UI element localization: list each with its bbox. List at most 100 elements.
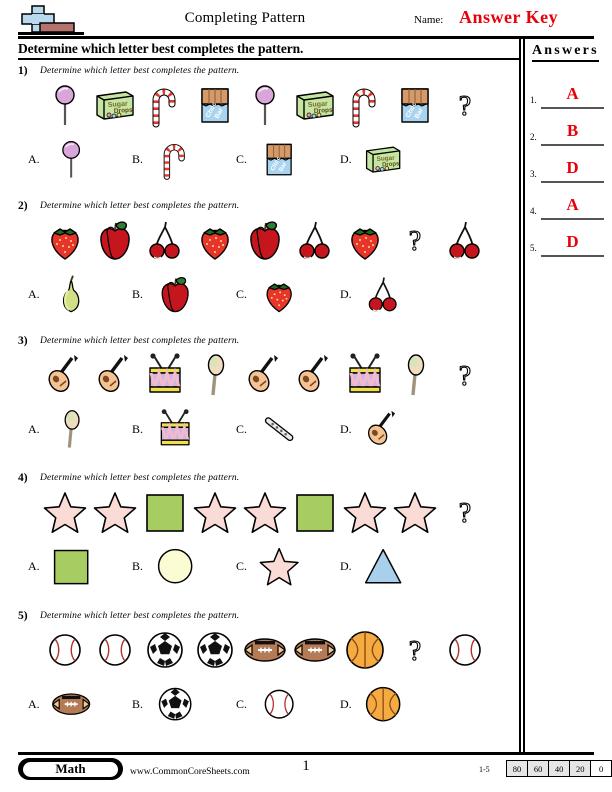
choice-letter: A. (28, 286, 40, 301)
football-icon (50, 682, 124, 726)
answer-value-1: A (566, 84, 579, 103)
footer-divider (18, 752, 594, 755)
question-text-3: Determine which letter best completes th… (40, 336, 240, 346)
choice-letter: C. (236, 696, 248, 711)
choice-a[interactable]: A. (28, 272, 132, 316)
question-text-2: Determine which letter best completes th… (40, 201, 240, 211)
drum-icon (154, 407, 228, 451)
choice-c[interactable]: C. Choc Bar (236, 137, 340, 181)
football-icon (240, 624, 290, 676)
choice-letter: A. (28, 558, 40, 573)
svg-text:?: ? (459, 498, 471, 529)
star-icon (258, 544, 332, 588)
answer-value-2: B (566, 121, 579, 140)
question-number-4: 4) (18, 472, 28, 484)
answer-row-1: 1. A (530, 84, 604, 110)
name-label: Name: (414, 14, 444, 26)
choice-b[interactable]: B. (132, 137, 236, 181)
cherries-icon (362, 272, 436, 316)
answer-line-2 (541, 144, 604, 146)
guitar-icon (90, 349, 140, 401)
answers-panel-divider-inner (523, 38, 525, 753)
choice-c[interactable]: C. (236, 682, 340, 726)
answer-line-4 (541, 218, 604, 220)
sugar-drops-box-icon: Sugar Drops (290, 79, 340, 131)
choice-a[interactable]: A. (28, 682, 132, 726)
choice-c[interactable]: C. (236, 544, 340, 588)
question-number-5: 5) (18, 610, 28, 622)
choice-c[interactable]: C. (236, 272, 340, 316)
sugar-drops-box-icon: Sugar Drops (362, 137, 436, 181)
directions-text: Determine which letter best completes th… (18, 41, 304, 56)
triangle-icon (362, 544, 436, 588)
maraca-icon (50, 407, 124, 451)
flute-icon (258, 407, 332, 451)
question-mark-icon: ? (440, 349, 490, 401)
choice-b[interactable]: B. (132, 272, 236, 316)
page-footer: Math www.CommonCoreSheets.com 1 1-5 80 6… (0, 752, 612, 792)
choice-b[interactable]: B. (132, 682, 236, 726)
lollipop-icon (50, 137, 124, 181)
score-cell-40: 40 (548, 760, 571, 777)
baseball-icon (90, 624, 140, 676)
score-cell-60: 60 (527, 760, 550, 777)
score-cell-20: 20 (569, 760, 592, 777)
sugar-drops-box-icon: Sugar Drops (90, 79, 140, 131)
question-text-1: Determine which letter best completes th… (40, 66, 240, 76)
choice-d[interactable]: D. (340, 272, 444, 316)
question-mark-icon: ? (440, 486, 490, 538)
choice-letter: D. (340, 696, 352, 711)
choice-letter: A. (28, 151, 40, 166)
answer-number-2: 2. (530, 132, 537, 142)
svg-text:?: ? (409, 636, 421, 667)
candy-cane-icon (140, 79, 190, 131)
answer-row-3: 3. D (530, 158, 604, 184)
basketball-icon (340, 624, 390, 676)
guitar-icon (290, 349, 340, 401)
guitar-icon (362, 407, 436, 451)
star-icon (190, 486, 240, 538)
cherries-icon (290, 214, 340, 266)
pattern-row-5: ? (40, 624, 490, 676)
choice-letter: D. (340, 421, 352, 436)
choice-a[interactable]: A. (28, 137, 132, 181)
svg-text:?: ? (459, 361, 471, 392)
cherries-icon (440, 214, 490, 266)
choice-a[interactable]: A. (28, 544, 132, 588)
choice-row-5: A. B. C. D. (28, 682, 444, 726)
answer-key-label: Answer Key (459, 7, 559, 27)
choice-d[interactable]: D. (340, 682, 444, 726)
choice-a[interactable]: A. (28, 407, 132, 451)
choice-d[interactable]: D. (340, 407, 444, 451)
choice-d[interactable]: D. (340, 544, 444, 588)
star-icon (390, 486, 440, 538)
choice-c[interactable]: C. (236, 407, 340, 451)
svg-text:Drops: Drops (382, 161, 400, 168)
chocolate-bar-icon: Choc Bar (258, 137, 332, 181)
choice-b[interactable]: B. (132, 544, 236, 588)
answer-number-1: 1. (530, 95, 537, 105)
apple-icon (90, 214, 140, 266)
choice-letter: B. (132, 696, 144, 711)
maraca-icon (190, 349, 240, 401)
answer-row-4: 4. A (530, 195, 604, 221)
baseball-icon (440, 624, 490, 676)
pattern-row-2: ? (40, 214, 490, 266)
svg-text:Drops: Drops (314, 107, 334, 115)
answer-line-1 (541, 107, 604, 109)
choice-letter: A. (28, 421, 40, 436)
apple-icon (154, 272, 228, 316)
choice-b[interactable]: B. (132, 407, 236, 451)
answer-number-4: 4. (530, 206, 537, 216)
chocolate-bar-icon: Choc Bar (190, 79, 240, 131)
choice-letter: C. (236, 286, 248, 301)
question-mark-icon: ? (390, 214, 440, 266)
strawberry-icon (190, 214, 240, 266)
pattern-row-1: Sugar Drops Choc Bar Sugar Drops Choc Ba… (40, 79, 490, 131)
page-header: Completing Pattern Name: Answer Key (0, 0, 612, 39)
choice-row-3: A. B. C. D. (28, 407, 444, 451)
drum-icon (340, 349, 390, 401)
choice-d[interactable]: D. Sugar Drops (340, 137, 444, 181)
answer-value-4: A (566, 195, 579, 214)
answers-panel: Answers 1. A 2. B 3. D 4. A 5. D (519, 38, 612, 753)
